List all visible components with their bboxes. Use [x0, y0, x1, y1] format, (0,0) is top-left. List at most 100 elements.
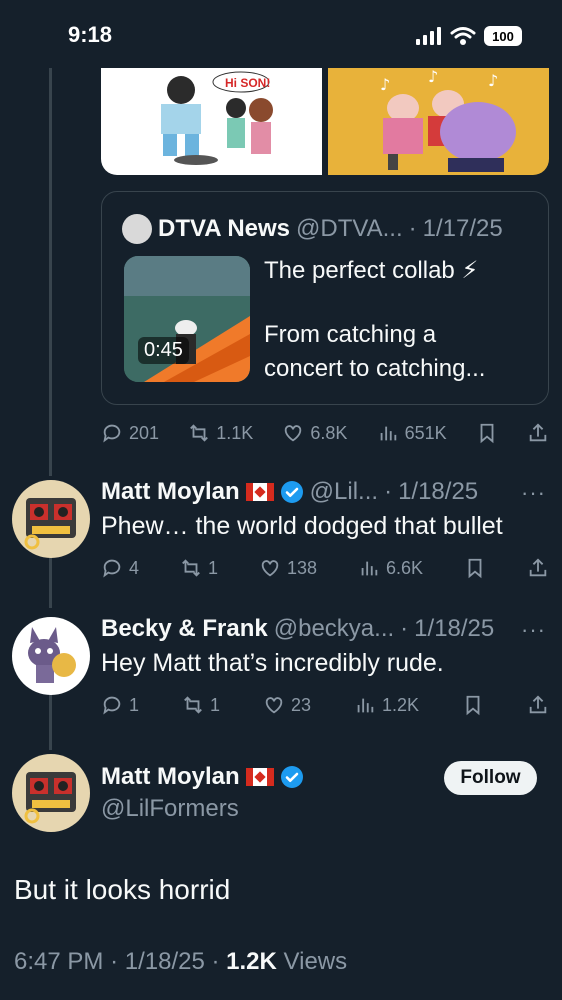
reply-button[interactable]: 4 — [101, 557, 139, 579]
reply-date[interactable]: 1/18/25 — [414, 615, 494, 643]
repost-button[interactable]: 1 — [182, 694, 220, 716]
bookmark-icon — [468, 558, 482, 579]
reply-text: Hey Matt that’s incredibly rude. — [101, 649, 444, 677]
heart-icon — [265, 697, 283, 714]
views-button[interactable]: 6.6K — [358, 557, 423, 579]
canada-flag-icon — [245, 768, 274, 786]
share-icon — [529, 558, 547, 577]
quoted-post[interactable]: DTVA News @DTVA... · 1/17/25 0:45 The perf… — [101, 191, 549, 405]
reply-count: 4 — [129, 557, 140, 578]
reply-author-name[interactable]: Matt Moylan — [101, 478, 240, 506]
focused-post-header: Matt Moylan — [101, 763, 304, 791]
post-date[interactable]: 1/18/25 — [125, 948, 205, 975]
verified-badge-icon[interactable] — [280, 765, 304, 789]
reply-icon — [103, 424, 121, 443]
bookmark-button[interactable] — [462, 694, 484, 716]
thread-line — [49, 552, 52, 608]
reply-author-handle[interactable]: @Lil... — [310, 478, 378, 506]
more-options-button[interactable]: ··· — [521, 617, 546, 643]
svg-text:♪: ♪ — [428, 68, 438, 86]
reply-count: 201 — [129, 422, 160, 443]
like-count: 6.8K — [310, 422, 348, 443]
follow-button[interactable]: Follow — [444, 761, 537, 795]
status-bar: 9:18 100 — [0, 0, 562, 68]
repost-icon — [184, 696, 202, 714]
status-icons: 100 — [416, 26, 522, 46]
svg-text:♪: ♪ — [380, 75, 390, 94]
status-time: 9:18 — [68, 22, 113, 47]
reply-actions: 1 1 23 1.2K — [101, 690, 549, 720]
views-count: 6.6K — [385, 557, 424, 578]
share-button[interactable] — [527, 557, 549, 579]
post-metadata: 6:47 PM · 1/18/25 · 1.2K Views — [14, 948, 347, 976]
quoted-video-thumbnail[interactable]: 0:45 — [124, 256, 250, 382]
reply-author-name[interactable]: Becky & Frank — [101, 615, 268, 643]
quoted-text-line: concert to catching... — [264, 355, 486, 382]
views-count: 1.2K — [381, 694, 419, 715]
avatar[interactable] — [12, 617, 90, 695]
repost-icon — [182, 559, 200, 577]
quoted-text-line: The perfect collab ⚡ — [264, 257, 479, 284]
quoted-post-header: DTVA News @DTVA... · 1/17/25 — [122, 214, 503, 244]
like-button[interactable]: 23 — [263, 694, 311, 716]
repost-button[interactable]: 1.1K — [188, 422, 253, 444]
avatar[interactable] — [12, 754, 90, 832]
speech-bubble-text: Hi SON! — [225, 76, 270, 90]
like-button[interactable]: 6.8K — [282, 422, 347, 444]
focused-author-handle[interactable]: @LilFormers — [101, 795, 239, 823]
avatar[interactable] — [12, 480, 90, 558]
quoted-post-text: The perfect collab ⚡ From catching a con… — [264, 254, 534, 386]
bookmark-button[interactable] — [476, 422, 498, 444]
reply-header: Matt Moylan @Lil... · 1/18/25 — [101, 478, 478, 506]
like-button[interactable]: 138 — [259, 557, 317, 579]
repost-button[interactable]: 1 — [180, 557, 218, 579]
post-image-1[interactable]: Hi SON! — [101, 68, 322, 175]
cellular-signal-icon — [416, 27, 441, 45]
like-count: 138 — [286, 557, 318, 578]
share-button[interactable] — [527, 422, 549, 444]
share-icon — [529, 695, 547, 714]
views-button[interactable]: 1.2K — [354, 694, 419, 716]
bookmark-icon — [480, 423, 494, 444]
verified-badge-icon[interactable] — [280, 480, 304, 504]
reply-icon — [103, 559, 121, 578]
separator-dot: · — [408, 215, 417, 242]
reply-button[interactable]: 201 — [101, 422, 159, 444]
quoted-text-line: From catching a — [264, 321, 437, 348]
svg-text:♪: ♪ — [488, 71, 498, 90]
post-views-count: 1.2K — [226, 948, 277, 975]
quoted-author-name[interactable]: DTVA News — [158, 215, 290, 243]
separator-dot: · — [400, 615, 409, 642]
reply-count: 1 — [129, 694, 140, 715]
share-icon — [529, 423, 547, 442]
media-grid[interactable]: Hi SON! ♪ ♪ ♪ — [101, 68, 549, 175]
repost-count: 1 — [209, 694, 220, 715]
bookmark-icon — [466, 695, 480, 716]
battery-level: 100 — [492, 28, 514, 44]
reply-icon — [103, 696, 121, 715]
separator-dot: · — [384, 478, 393, 505]
battery-indicator: 100 — [484, 26, 522, 46]
reply-author-handle[interactable]: @beckya... — [274, 615, 394, 643]
share-button[interactable] — [527, 694, 549, 716]
reply-date[interactable]: 1/18/25 — [398, 478, 478, 506]
post-time[interactable]: 6:47 PM — [14, 948, 103, 975]
post-views-label: Views — [283, 948, 348, 975]
focused-author-name[interactable]: Matt Moylan — [101, 763, 240, 791]
wifi-icon — [450, 27, 476, 45]
views-button[interactable]: 651K — [377, 422, 447, 444]
reply-button[interactable]: 1 — [101, 694, 139, 716]
quoted-avatar[interactable] — [122, 214, 152, 244]
canada-flag-icon — [245, 483, 274, 501]
heart-icon — [261, 560, 279, 577]
views-count: 651K — [404, 422, 447, 443]
post-image-2[interactable]: ♪ ♪ ♪ — [328, 68, 549, 175]
bookmark-button[interactable] — [464, 557, 486, 579]
views-icon — [357, 698, 374, 713]
quoted-post-date[interactable]: 1/17/25 — [423, 215, 503, 243]
post-actions: 201 1.1K 6.8K 651K — [101, 418, 549, 448]
focused-post-text: But it looks horrid — [14, 874, 231, 905]
quoted-author-handle[interactable]: @DTVA... — [296, 215, 403, 243]
repost-count: 1.1K — [216, 422, 254, 443]
more-options-button[interactable]: ··· — [521, 480, 546, 506]
